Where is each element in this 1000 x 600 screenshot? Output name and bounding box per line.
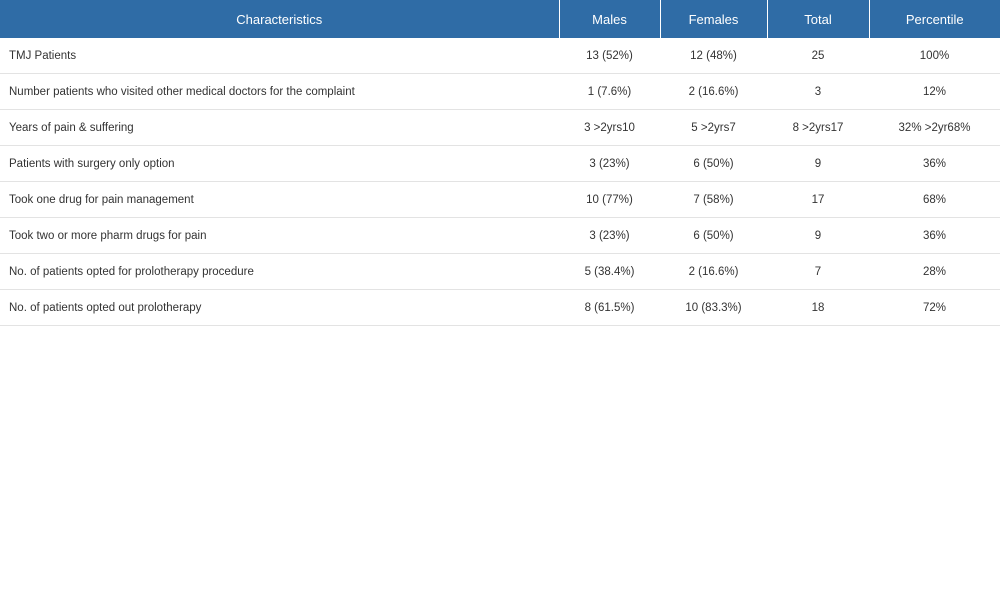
cell-total: 18	[767, 289, 869, 326]
cell-males: 13 (52%)	[559, 38, 660, 74]
cell-total: 7	[767, 253, 869, 290]
row-label: Took two or more pharm drugs for pain	[0, 217, 559, 254]
cell-total: 9	[767, 145, 869, 182]
cell-males: 3 (23%)	[559, 145, 660, 182]
cell-females: 2 (16.6%)	[660, 73, 767, 110]
cell-total: 9	[767, 217, 869, 254]
row-label: Patients with surgery only option	[0, 145, 559, 182]
table-row: No. of patients opted out prolotherapy 8…	[0, 289, 1000, 326]
table-header: Characteristics Males Females Total Perc…	[0, 0, 1000, 38]
cell-percentile: 36%	[869, 145, 1000, 182]
row-label: Took one drug for pain management	[0, 181, 559, 218]
header-males: Males	[559, 0, 661, 38]
cell-females: 6 (50%)	[660, 217, 767, 254]
table-row: Took one drug for pain management 10 (77…	[0, 181, 1000, 218]
table-row: Years of pain & suffering 3 >2yrs10 5 >2…	[0, 109, 1000, 146]
header-total: Total	[767, 0, 870, 38]
characteristics-table: Characteristics Males Females Total Perc…	[0, 0, 1000, 326]
cell-females: 7 (58%)	[660, 181, 767, 218]
cell-total: 3	[767, 73, 869, 110]
header-characteristics: Characteristics	[0, 0, 560, 38]
cell-females: 5 >2yrs7	[660, 109, 767, 146]
cell-males: 1 (7.6%)	[559, 73, 660, 110]
cell-percentile: 12%	[869, 73, 1000, 110]
cell-females: 10 (83.3%)	[660, 289, 767, 326]
cell-percentile: 32% >2yr68%	[869, 109, 1000, 146]
cell-females: 6 (50%)	[660, 145, 767, 182]
row-label: No. of patients opted for prolotherapy p…	[0, 253, 559, 290]
cell-males: 8 (61.5%)	[559, 289, 660, 326]
row-label: Number patients who visited other medica…	[0, 73, 559, 110]
cell-females: 2 (16.6%)	[660, 253, 767, 290]
cell-percentile: 28%	[869, 253, 1000, 290]
cell-total: 17	[767, 181, 869, 218]
row-label: Years of pain & suffering	[0, 109, 559, 146]
table-row: Number patients who visited other medica…	[0, 73, 1000, 110]
cell-males: 10 (77%)	[559, 181, 660, 218]
cell-percentile: 36%	[869, 217, 1000, 254]
cell-percentile: 68%	[869, 181, 1000, 218]
cell-percentile: 72%	[869, 289, 1000, 326]
cell-total: 25	[767, 38, 869, 74]
table-row: Took two or more pharm drugs for pain 3 …	[0, 217, 1000, 254]
header-row: Characteristics Males Females Total Perc…	[0, 0, 1000, 38]
table-row: No. of patients opted for prolotherapy p…	[0, 253, 1000, 290]
cell-total: 8 >2yrs17	[767, 109, 869, 146]
cell-males: 3 >2yrs10	[559, 109, 660, 146]
table-row: TMJ Patients 13 (52%) 12 (48%) 25 100%	[0, 38, 1000, 74]
cell-males: 3 (23%)	[559, 217, 660, 254]
table-row: Patients with surgery only option 3 (23%…	[0, 145, 1000, 182]
row-label: TMJ Patients	[0, 38, 559, 74]
table-body: TMJ Patients 13 (52%) 12 (48%) 25 100% N…	[0, 38, 1000, 326]
header-percentile: Percentile	[869, 0, 1000, 38]
header-females: Females	[660, 0, 768, 38]
cell-percentile: 100%	[869, 38, 1000, 74]
row-label: No. of patients opted out prolotherapy	[0, 289, 559, 326]
cell-females: 12 (48%)	[660, 38, 767, 74]
cell-males: 5 (38.4%)	[559, 253, 660, 290]
